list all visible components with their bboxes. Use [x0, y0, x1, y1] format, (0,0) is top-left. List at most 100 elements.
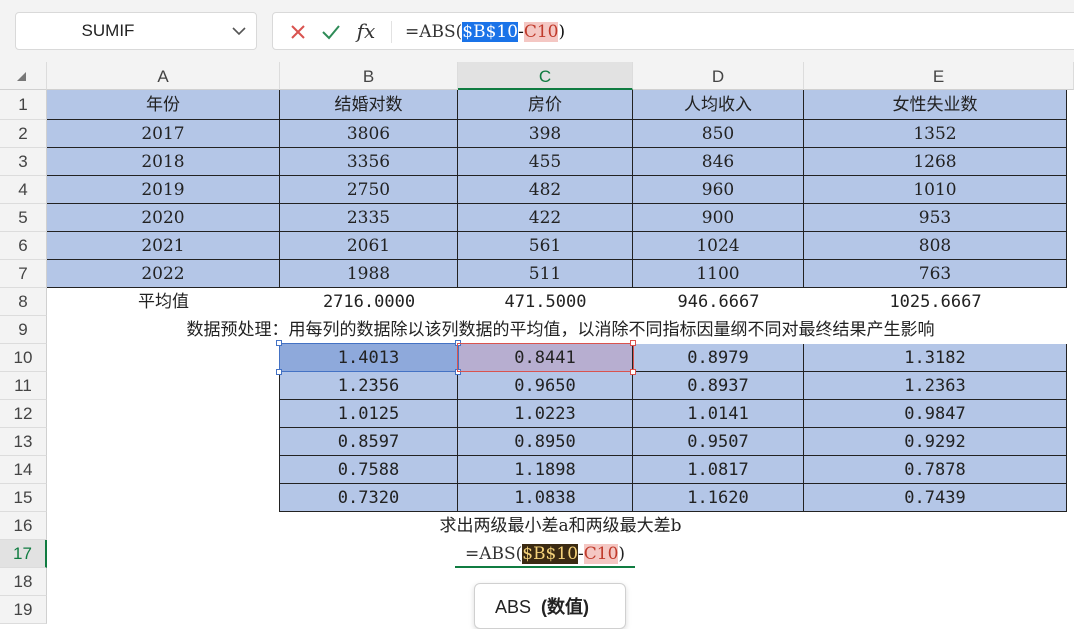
function-tooltip[interactable]: ABS (数值) [474, 583, 626, 629]
spreadsheet-grid[interactable]: A B C D E 1 2 3 4 5 6 7 8 9 10 11 12 13 14 15 16 17 18 19 … [0, 62, 1074, 629]
select-all-corner[interactable] [0, 62, 47, 90]
row-header-10[interactable]: 10 [0, 344, 47, 372]
data-cell[interactable]: 808 [804, 232, 1067, 260]
average-cell[interactable]: 平均值 [47, 288, 280, 316]
row-header-11[interactable]: 11 [0, 372, 47, 400]
column-header-a[interactable]: A [47, 62, 280, 90]
row-header-14[interactable]: 14 [0, 456, 47, 484]
row-header-16[interactable]: 16 [0, 512, 47, 540]
normalized-cell[interactable]: 0.8441 [458, 344, 633, 372]
normalized-cell[interactable]: 1.2356 [280, 372, 458, 400]
normalized-cell[interactable]: 1.2363 [804, 372, 1067, 400]
row-header-4[interactable]: 4 [0, 176, 47, 204]
row-header-7[interactable]: 7 [0, 260, 47, 288]
close-icon[interactable] [288, 22, 308, 42]
normalized-cell[interactable]: 1.0223 [458, 400, 633, 428]
column-header-e[interactable]: E [804, 62, 1074, 90]
header-cell[interactable]: 女性失业数 [804, 90, 1067, 120]
normalized-cell[interactable]: 0.8597 [280, 428, 458, 456]
row-header-15[interactable]: 15 [0, 484, 47, 512]
fx-icon[interactable]: fx [353, 18, 379, 44]
data-cell[interactable]: 2020 [47, 204, 280, 232]
normalized-cell[interactable]: 1.4013 [280, 344, 458, 372]
data-cell[interactable]: 1352 [804, 120, 1067, 148]
row-header-2[interactable]: 2 [0, 120, 47, 148]
row-header-19[interactable]: 19 [0, 596, 47, 624]
normalized-cell[interactable]: 0.7878 [804, 456, 1067, 484]
data-cell[interactable]: 2750 [280, 176, 458, 204]
data-cell[interactable]: 511 [458, 260, 633, 288]
row-header-13[interactable]: 13 [0, 428, 47, 456]
normalized-cell[interactable]: 0.8979 [633, 344, 804, 372]
data-cell[interactable]: 482 [458, 176, 633, 204]
column-header-d[interactable]: D [633, 62, 804, 90]
data-cell[interactable]: 398 [458, 120, 633, 148]
column-header-c[interactable]: C [458, 62, 633, 90]
header-cell[interactable]: 房价 [458, 90, 633, 120]
resize-handle[interactable] [630, 340, 636, 346]
normalized-cell[interactable]: 0.9507 [633, 428, 804, 456]
data-cell[interactable]: 2018 [47, 148, 280, 176]
data-cell[interactable]: 1988 [280, 260, 458, 288]
data-cell[interactable]: 953 [804, 204, 1067, 232]
data-cell[interactable]: 1024 [633, 232, 804, 260]
normalized-cell[interactable]: 0.9847 [804, 400, 1067, 428]
normalized-cell[interactable]: 1.3182 [804, 344, 1067, 372]
data-cell[interactable]: 900 [633, 204, 804, 232]
normalized-cell[interactable]: 1.0817 [633, 456, 804, 484]
row-header-17[interactable]: 17 [0, 540, 47, 568]
resize-handle[interactable] [455, 369, 461, 375]
resize-handle[interactable] [276, 340, 282, 346]
row-header-3[interactable]: 3 [0, 148, 47, 176]
normalized-cell[interactable]: 1.1620 [633, 484, 804, 512]
data-cell[interactable]: 2335 [280, 204, 458, 232]
data-cell[interactable]: 2061 [280, 232, 458, 260]
row-header-6[interactable]: 6 [0, 232, 47, 260]
data-cell[interactable]: 2022 [47, 260, 280, 288]
row-header-18[interactable]: 18 [0, 568, 47, 596]
normalized-cell[interactable]: 0.7439 [804, 484, 1067, 512]
data-cell[interactable]: 422 [458, 204, 633, 232]
data-cell[interactable]: 3356 [280, 148, 458, 176]
data-cell[interactable]: 2019 [47, 176, 280, 204]
row-header-9[interactable]: 9 [0, 316, 47, 344]
formula-input[interactable]: =ABS($B$10-C10) [405, 19, 565, 45]
row-header-5[interactable]: 5 [0, 204, 47, 232]
average-cell[interactable]: 1025.6667 [804, 288, 1067, 316]
header-cell[interactable]: 年份 [47, 90, 280, 120]
name-box[interactable]: SUMIF [15, 12, 257, 50]
resize-handle[interactable] [455, 340, 461, 346]
header-cell[interactable]: 结婚对数 [280, 90, 458, 120]
data-cell[interactable]: 455 [458, 148, 633, 176]
normalized-cell[interactable]: 1.0125 [280, 400, 458, 428]
header-cell[interactable]: 人均收入 [633, 90, 804, 120]
data-cell[interactable]: 846 [633, 148, 804, 176]
chevron-down-icon[interactable] [232, 26, 246, 36]
data-cell[interactable]: 3806 [280, 120, 458, 148]
resize-handle[interactable] [276, 369, 282, 375]
note-row-9[interactable]: 数据预处理：用每列的数据除以该列数据的平均值，以消除不同指标因量纲不同对最终结果… [47, 316, 1074, 344]
normalized-cell[interactable]: 1.0838 [458, 484, 633, 512]
data-cell[interactable]: 1010 [804, 176, 1067, 204]
normalized-cell[interactable]: 0.8950 [458, 428, 633, 456]
average-cell[interactable]: 946.6667 [633, 288, 804, 316]
row-header-1[interactable]: 1 [0, 90, 47, 120]
normalized-cell[interactable]: 0.7320 [280, 484, 458, 512]
normalized-cell[interactable]: 0.9650 [458, 372, 633, 400]
normalized-cell[interactable]: 0.9292 [804, 428, 1067, 456]
row-header-8[interactable]: 8 [0, 288, 47, 316]
data-cell[interactable]: 561 [458, 232, 633, 260]
data-cell[interactable]: 2021 [47, 232, 280, 260]
data-cell[interactable]: 1268 [804, 148, 1067, 176]
data-cell[interactable]: 2017 [47, 120, 280, 148]
average-cell[interactable]: 2716.0000 [280, 288, 458, 316]
average-cell[interactable]: 471.5000 [458, 288, 633, 316]
normalized-cell[interactable]: 1.0141 [633, 400, 804, 428]
data-cell[interactable]: 763 [804, 260, 1067, 288]
resize-handle[interactable] [630, 369, 636, 375]
edit-cell[interactable]: =ABS($B$10-C10) [280, 540, 810, 568]
row-header-12[interactable]: 12 [0, 400, 47, 428]
normalized-cell[interactable]: 0.7588 [280, 456, 458, 484]
normalized-cell[interactable]: 1.1898 [458, 456, 633, 484]
data-cell[interactable]: 850 [633, 120, 804, 148]
